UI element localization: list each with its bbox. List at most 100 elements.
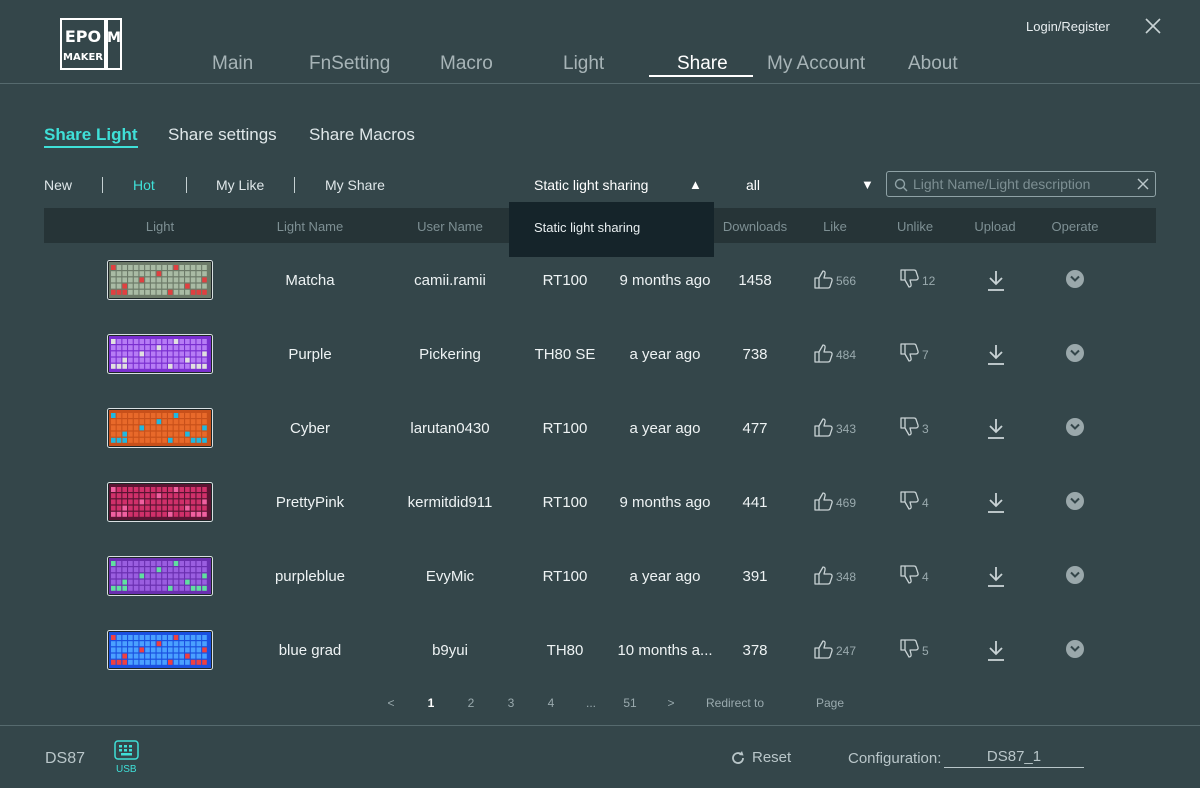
- thumbs-down-icon: [900, 343, 919, 362]
- pagination-prev[interactable]: <: [384, 696, 398, 710]
- filter-hot[interactable]: Hot: [133, 177, 155, 193]
- chevron-down-icon: [1070, 349, 1080, 356]
- operate-expand-button[interactable]: [1066, 640, 1084, 658]
- table-row[interactable]: Cyber larutan0430 RT100 a year ago 477 3…: [44, 408, 1156, 482]
- download-icon[interactable]: [986, 343, 1006, 367]
- like-button[interactable]: 566: [814, 269, 864, 295]
- operate-expand-button[interactable]: [1066, 270, 1084, 288]
- light-type-select[interactable]: Static light sharing: [534, 177, 648, 193]
- unlike-button[interactable]: 5: [900, 639, 945, 665]
- unlike-button[interactable]: 7: [900, 343, 945, 369]
- light-preview-thumbnail[interactable]: [107, 334, 213, 374]
- pagination-page[interactable]: 51: [620, 696, 640, 710]
- table-row[interactable]: purpleblue EvyMic RT100 a year ago 391 3…: [44, 556, 1156, 630]
- download-icon[interactable]: [986, 417, 1006, 441]
- filter-my-share[interactable]: My Share: [325, 177, 385, 193]
- download-count: 391: [742, 568, 768, 585]
- nav-light[interactable]: Light: [563, 53, 604, 75]
- share-time: a year ago: [629, 346, 701, 363]
- unlike-button[interactable]: 12: [900, 269, 945, 295]
- caret-down-icon[interactable]: ▼: [861, 177, 874, 192]
- light-preview-thumbnail[interactable]: [107, 482, 213, 522]
- app-header: EPO M MAKER Login/Register Main FnSettin…: [0, 0, 1200, 84]
- light-preview-thumbnail[interactable]: [107, 408, 213, 448]
- like-count: 343: [836, 422, 857, 436]
- like-count: 348: [836, 570, 857, 584]
- thumbs-down-icon: [900, 269, 919, 288]
- nav-my-account[interactable]: My Account: [767, 53, 865, 75]
- subtab-share-light[interactable]: Share Light: [44, 125, 138, 148]
- clear-icon[interactable]: [1137, 178, 1149, 190]
- like-button[interactable]: 343: [814, 417, 864, 443]
- caret-up-icon[interactable]: ▲: [689, 177, 702, 192]
- dropdown-option-static-light[interactable]: Static light sharing: [534, 220, 640, 235]
- svg-text:M: M: [107, 30, 121, 46]
- like-count: 566: [836, 274, 857, 288]
- download-icon[interactable]: [986, 269, 1006, 293]
- pagination-page[interactable]: 1: [424, 696, 438, 710]
- download-icon[interactable]: [986, 491, 1006, 515]
- like-button[interactable]: 469: [814, 491, 864, 517]
- operate-expand-button[interactable]: [1066, 492, 1084, 510]
- configuration-select[interactable]: DS87_1: [944, 748, 1084, 768]
- filter-new[interactable]: New: [44, 177, 72, 193]
- filter-divider: [186, 177, 187, 193]
- subtab-share-settings[interactable]: Share settings: [168, 125, 277, 145]
- subtab-share-macros[interactable]: Share Macros: [309, 125, 415, 145]
- column-header-downloads: Downloads: [722, 219, 788, 234]
- like-button[interactable]: 484: [814, 343, 864, 369]
- nav-about[interactable]: About: [908, 53, 958, 75]
- unlike-button[interactable]: 3: [900, 417, 945, 443]
- filter-divider: [294, 177, 295, 193]
- download-icon[interactable]: [986, 639, 1006, 663]
- like-button[interactable]: 348: [814, 565, 864, 591]
- download-icon[interactable]: [986, 565, 1006, 589]
- like-button[interactable]: 247: [814, 639, 864, 665]
- pagination-ellipsis: ...: [585, 696, 596, 710]
- table-row[interactable]: blue grad b9yui TH80 10 months a... 378 …: [44, 630, 1156, 704]
- pagination-page[interactable]: 3: [504, 696, 518, 710]
- scope-select[interactable]: all: [746, 177, 760, 193]
- nav-share[interactable]: Share: [677, 53, 728, 75]
- pagination-page-input[interactable]: Page: [816, 696, 844, 710]
- operate-expand-button[interactable]: [1066, 418, 1084, 436]
- unlike-count: 5: [922, 644, 929, 658]
- thumbs-up-icon: [814, 566, 833, 585]
- table-row[interactable]: PrettyPink kermitdid911 RT100 9 months a…: [44, 482, 1156, 556]
- operate-expand-button[interactable]: [1066, 344, 1084, 362]
- share-time: 9 months ago: [619, 272, 711, 289]
- share-time: a year ago: [629, 420, 701, 437]
- svg-text:MAKER: MAKER: [63, 52, 103, 63]
- pagination-page[interactable]: 2: [464, 696, 478, 710]
- keyboard-model: RT100: [542, 420, 588, 437]
- thumbs-up-icon: [814, 492, 833, 511]
- user-name: EvyMic: [425, 568, 475, 585]
- operate-expand-button[interactable]: [1066, 566, 1084, 584]
- share-time: a year ago: [629, 568, 701, 585]
- nav-main[interactable]: Main: [212, 53, 253, 75]
- svg-text:EPO: EPO: [65, 27, 101, 46]
- like-count: 484: [836, 348, 857, 362]
- light-name: Matcha: [285, 272, 335, 289]
- download-count: 477: [742, 420, 768, 437]
- nav-macro[interactable]: Macro: [440, 53, 493, 75]
- filter-my-like[interactable]: My Like: [216, 177, 264, 193]
- search-input[interactable]: [913, 174, 1123, 194]
- light-preview-thumbnail[interactable]: [107, 260, 213, 300]
- light-preview-thumbnail[interactable]: [107, 556, 213, 596]
- unlike-button[interactable]: 4: [900, 491, 945, 517]
- chevron-down-icon: [1070, 275, 1080, 282]
- table-row[interactable]: Purple Pickering TH80 SE a year ago 738 …: [44, 334, 1156, 408]
- unlike-count: 4: [922, 570, 929, 584]
- table-row[interactable]: Matcha camii.ramii RT100 9 months ago 14…: [44, 260, 1156, 334]
- nav-fnsetting[interactable]: FnSetting: [309, 53, 390, 75]
- light-preview-thumbnail[interactable]: [107, 630, 213, 670]
- login-register-link[interactable]: Login/Register: [1026, 19, 1110, 34]
- unlike-button[interactable]: 4: [900, 565, 945, 591]
- close-icon[interactable]: [1144, 17, 1162, 35]
- thumbs-up-icon: [814, 344, 833, 363]
- keyboard-icon[interactable]: [114, 740, 139, 760]
- pagination-page[interactable]: 4: [544, 696, 558, 710]
- user-name: b9yui: [432, 642, 468, 659]
- pagination-next[interactable]: >: [664, 696, 678, 710]
